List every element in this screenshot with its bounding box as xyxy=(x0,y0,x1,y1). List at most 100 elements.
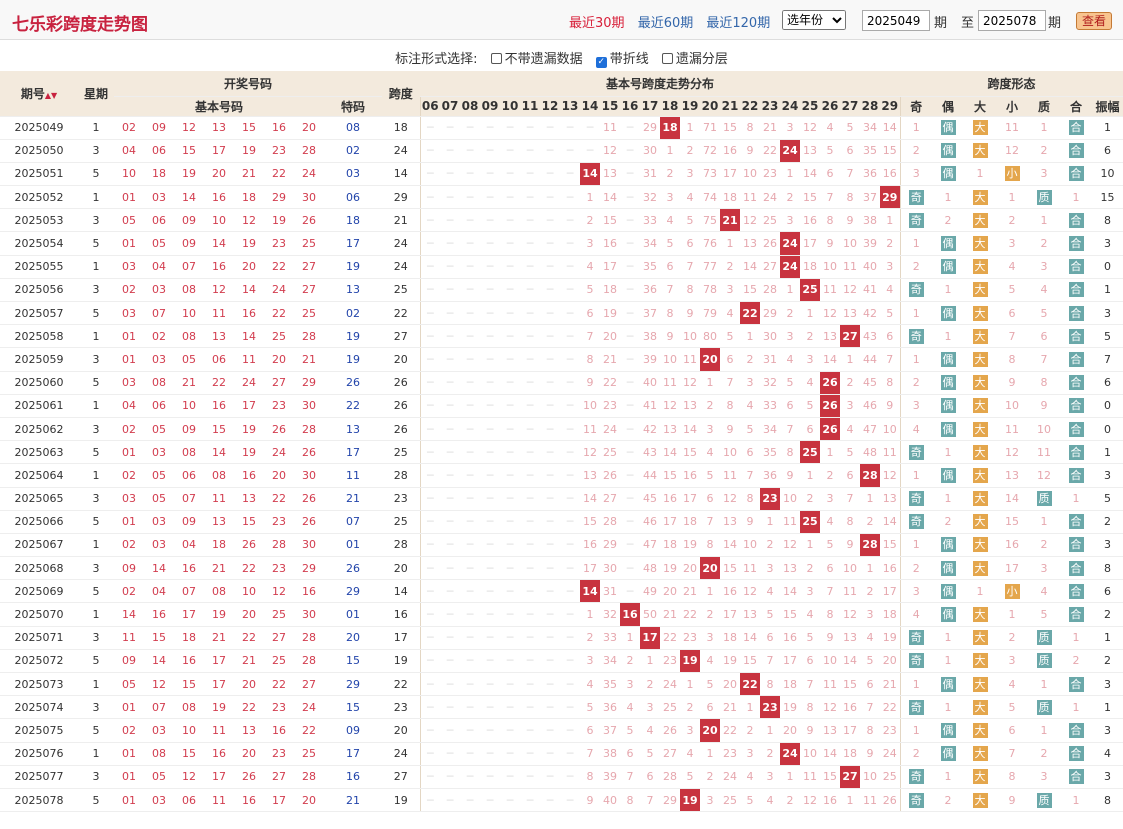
basic-number-cell: 16 xyxy=(204,185,234,210)
trend-cell: 4 xyxy=(580,672,601,697)
form-cell: 1 xyxy=(1092,116,1123,140)
sort-icon[interactable]: ▲▼ xyxy=(45,91,57,100)
trend-cell: ─ xyxy=(460,788,481,813)
table-row: 2025067 1 02 03 04 18 26 28 30 01 28 ─ ─ ─ ─ ─ ─ ─ ─ 16 29 ─ 4… xyxy=(0,533,1123,558)
form-cell: 8 xyxy=(1092,788,1123,813)
trend-cell: ─ xyxy=(620,371,641,395)
trend-cell: 15 xyxy=(600,208,621,233)
trend-cell: 38 xyxy=(860,208,881,233)
trend-cell: ─ xyxy=(520,324,541,349)
basic-number-cell: 10 xyxy=(234,579,264,604)
trend-cell: ─ xyxy=(419,301,441,326)
period-60-link[interactable]: 最近60期 xyxy=(638,16,694,31)
trend-col-18: 18 xyxy=(660,96,681,117)
week-cell: 3 xyxy=(78,487,114,511)
trend-cell: ─ xyxy=(460,417,481,442)
trend-cell: ─ xyxy=(620,162,641,187)
trend-cell: 3 xyxy=(680,162,701,187)
form-col-4: 质 xyxy=(1028,96,1061,117)
form-cell: 质 xyxy=(1028,487,1061,511)
trend-cell: 29 xyxy=(640,116,661,140)
form-tag: 大 xyxy=(972,236,988,252)
option-polyline-checkbox[interactable]: ✓ xyxy=(595,57,607,68)
trend-cell: 20 xyxy=(700,556,721,581)
trend-cell: ─ xyxy=(520,556,541,581)
trend-cell: 1 xyxy=(760,510,781,534)
special-number-cell: 02 xyxy=(324,139,383,163)
form-tag: 合 xyxy=(1068,166,1084,182)
basic-number-cell: 15 xyxy=(174,139,204,163)
trend-cell: 19 xyxy=(880,626,901,650)
trend-cell: 14 xyxy=(800,162,821,187)
basic-number-cell: 27 xyxy=(294,278,324,303)
form-cell: 1 xyxy=(899,116,933,140)
trend-cell: 21 xyxy=(880,672,901,697)
from-issue-input[interactable] xyxy=(862,10,930,31)
basic-number-cell: 17 xyxy=(204,765,234,789)
form-cell: 2 xyxy=(899,139,933,163)
form-cell: 大 xyxy=(964,718,997,743)
form-tag: 奇 xyxy=(908,189,924,205)
trend-cell: 7 xyxy=(760,649,781,674)
period-30-link[interactable]: 最近30期 xyxy=(569,16,625,31)
basic-number-cell: 30 xyxy=(294,533,324,558)
trend-cell: 27 xyxy=(840,765,861,789)
week-cell: 3 xyxy=(78,417,114,442)
period-120-link[interactable]: 最近120期 xyxy=(706,16,770,31)
year-select[interactable]: 选年份 xyxy=(782,10,846,30)
form-cell: 15 xyxy=(1092,185,1123,210)
option-polyline[interactable]: ✓ 带折线 xyxy=(595,48,649,68)
trend-cell: 2 xyxy=(780,788,801,813)
form-cell: 9 xyxy=(996,371,1029,395)
form-tag: 质 xyxy=(1036,189,1052,205)
basic-number-cell: 15 xyxy=(234,116,264,140)
form-cell: 1 xyxy=(932,695,965,720)
issue-header[interactable]: 期号▲▼ xyxy=(0,71,78,117)
week-cell: 5 xyxy=(78,371,114,395)
trend-cell: 12 xyxy=(580,440,601,465)
week-cell: 5 xyxy=(78,301,114,326)
trend-cell: 25 xyxy=(880,765,901,789)
trend-cell: 44 xyxy=(640,463,661,488)
week-cell: 1 xyxy=(78,533,114,558)
basic-number-cell: 16 xyxy=(234,788,264,813)
trend-col-23: 23 xyxy=(760,96,781,117)
basic-number-cell: 13 xyxy=(234,718,264,743)
form-tag: 奇 xyxy=(908,282,924,298)
span-cell: 20 xyxy=(382,347,421,372)
basic-number-cell: 03 xyxy=(144,185,174,210)
trend-cell: ─ xyxy=(419,417,441,442)
trend-cell: ─ xyxy=(500,371,521,395)
trend-cell: 78 xyxy=(700,278,721,303)
option-miss-layer[interactable]: 遗漏分层 xyxy=(661,48,728,67)
trend-cell: 3 xyxy=(780,208,801,233)
trend-cell: 45 xyxy=(640,487,661,511)
span-cell: 18 xyxy=(382,116,421,140)
trend-cell: 79 xyxy=(700,301,721,326)
trend-cell: ─ xyxy=(460,463,481,488)
table-row: 2025063 5 01 03 08 14 19 24 26 17 25 ─ ─ ─ ─ ─ ─ ─ ─ 12 25 ─ 4… xyxy=(0,440,1123,465)
trend-cell: ─ xyxy=(480,162,501,187)
form-cell: 4 xyxy=(1028,278,1061,303)
to-issue-input[interactable] xyxy=(978,10,1046,31)
trend-cell: ─ xyxy=(620,533,641,558)
trend-cell: ─ xyxy=(460,718,481,743)
trend-cell: 2 xyxy=(720,255,741,279)
form-cell: 3 xyxy=(1092,301,1123,326)
query-button[interactable]: 查看 xyxy=(1076,12,1112,30)
trend-cell: ─ xyxy=(440,347,461,372)
trend-cell: 10 xyxy=(860,765,881,789)
form-cell: 偶 xyxy=(932,347,965,372)
option-no-miss[interactable]: 不带遗漏数据 xyxy=(490,48,583,67)
trend-cell: ─ xyxy=(540,765,561,789)
trend-cell: 5 xyxy=(700,672,721,697)
trend-cell: 2 xyxy=(800,556,821,581)
trend-col-08: 08 xyxy=(460,96,481,117)
option-no-miss-checkbox[interactable] xyxy=(490,53,502,64)
form-cell: 质 xyxy=(1028,649,1061,674)
form-tag: 合 xyxy=(1068,120,1084,136)
week-cell: 3 xyxy=(78,695,114,720)
form-cell: 7 xyxy=(1092,347,1123,372)
trend-cell: 12 xyxy=(840,278,861,303)
option-miss-layer-checkbox[interactable] xyxy=(661,53,673,64)
